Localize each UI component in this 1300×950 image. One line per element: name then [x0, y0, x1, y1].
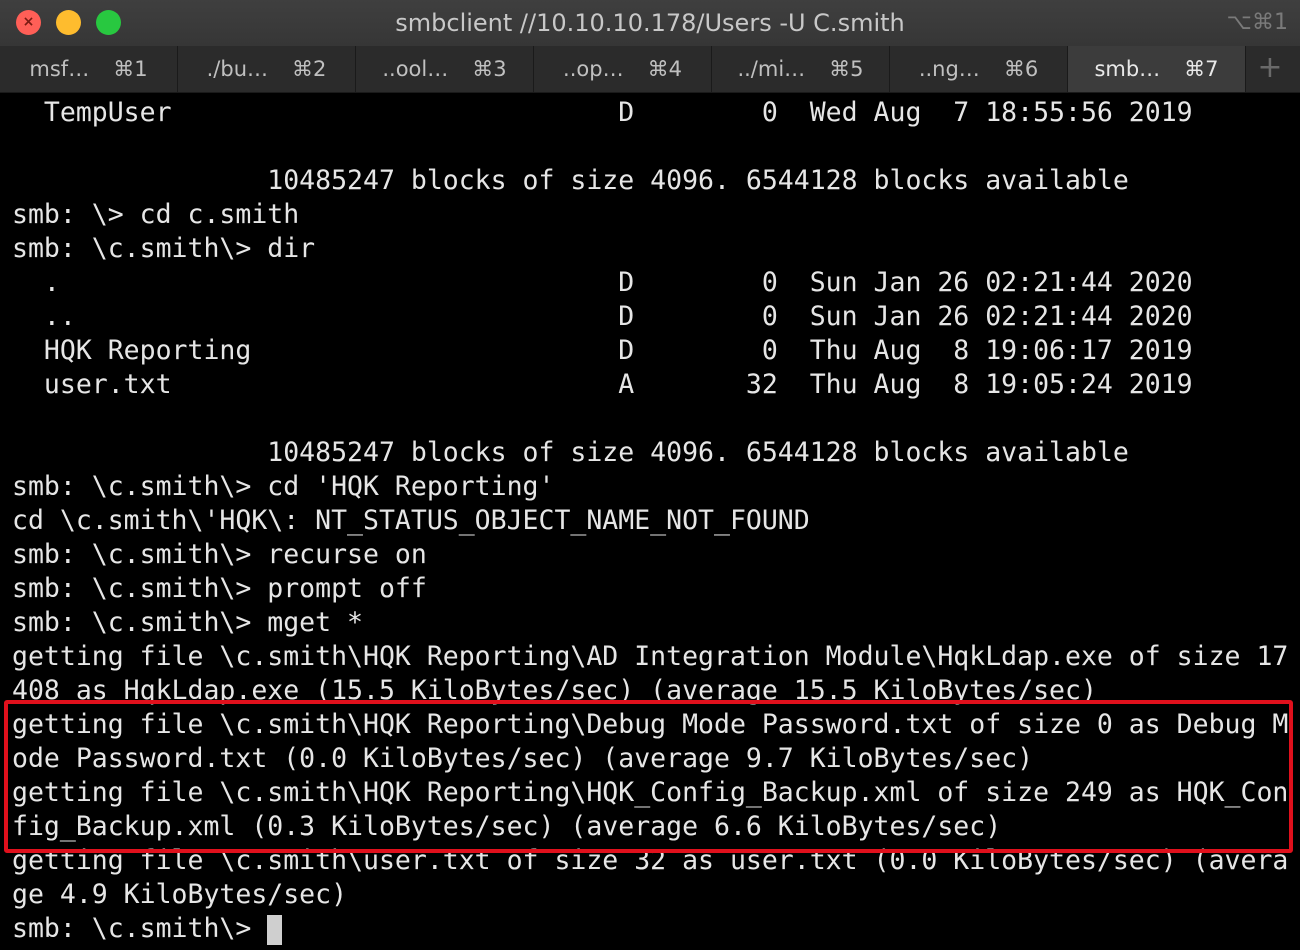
terminal-line: 408 as HqkLdap.exe (15.5 KiloBytes/sec) … [12, 675, 1097, 706]
tab-label: ..ool… [382, 57, 449, 81]
shell-prompt: smb: \c.smith\> [12, 913, 268, 944]
tab-2[interactable]: ./bu… ⌘2 [178, 46, 356, 92]
terminal-line: smb: \> cd c.smith [12, 199, 300, 230]
terminal-line: smb: \c.smith\> dir [12, 233, 316, 264]
terminal-line: cd \c.smith\'HQK\: NT_STATUS_OBJECT_NAME… [12, 505, 810, 536]
terminal-line: user.txt A 32 Thu Aug 8 19:05:24 2019 [12, 369, 1193, 400]
window-shortcut: ⌥⌘1 [1226, 10, 1288, 35]
tab-label: ..ng… [918, 57, 980, 81]
terminal-line: smb: \c.smith\> prompt off [12, 573, 427, 604]
window-title: smbclient //10.10.10.178/Users -U C.smit… [395, 9, 905, 37]
tab-label: smb… [1094, 57, 1161, 81]
tab-shortcut: ⌘7 [1184, 57, 1219, 81]
terminal-line: 10485247 blocks of size 4096. 6544128 bl… [12, 165, 1129, 196]
tab-6[interactable]: ..ng… ⌘6 [890, 46, 1068, 92]
terminal-line: smb: \c.smith\> recurse on [12, 539, 427, 570]
tab-7-active[interactable]: smb… ⌘7 [1068, 46, 1246, 92]
new-tab-button[interactable]: + [1246, 46, 1294, 92]
tab-shortcut: ⌘1 [113, 57, 148, 81]
text-cursor [267, 914, 283, 945]
terminal-line: ge 4.9 KiloBytes/sec) [12, 879, 348, 910]
terminal-line: TempUser D 0 Wed Aug 7 18:55:56 2019 [12, 97, 1193, 128]
terminal-output[interactable]: TempUser D 0 Wed Aug 7 18:55:56 2019 104… [12, 96, 1300, 950]
tab-5[interactable]: ../mi… ⌘5 [712, 46, 890, 92]
terminal-window: × smbclient //10.10.10.178/Users -U C.sm… [0, 0, 1300, 950]
terminal-line: smb: \c.smith\> mget * [12, 607, 363, 638]
tab-label: ./bu… [206, 57, 268, 81]
terminal-line: 10485247 blocks of size 4096. 6544128 bl… [12, 437, 1129, 468]
terminal-line: getting file \c.smith\HQK Reporting\AD I… [12, 641, 1289, 672]
tab-shortcut: ⌘5 [829, 57, 864, 81]
tab-shortcut: ⌘3 [472, 57, 507, 81]
terminal-line: getting file \c.smith\HQK Reporting\HQK_… [12, 777, 1289, 808]
tab-shortcut: ⌘2 [292, 57, 327, 81]
tab-label: ../mi… [737, 57, 806, 81]
tab-label: ..op… [563, 57, 624, 81]
terminal-line: . D 0 Sun Jan 26 02:21:44 2020 [12, 267, 1193, 298]
tab-shortcut: ⌘6 [1003, 57, 1039, 81]
prompt-line[interactable]: smb: \c.smith\> [12, 912, 1300, 946]
tab-label: msf… [29, 57, 90, 81]
terminal-line: HQK Reporting D 0 Thu Aug 8 19:06:17 201… [12, 335, 1193, 366]
terminal-line: fig_Backup.xml (0.3 KiloBytes/sec) (aver… [12, 811, 1002, 842]
terminal-line: getting file \c.smith\user.txt of size 3… [12, 845, 1289, 876]
tab-shortcut: ⌘4 [647, 57, 682, 81]
tab-4[interactable]: ..op… ⌘4 [534, 46, 712, 92]
tab-3[interactable]: ..ool… ⌘3 [356, 46, 534, 92]
tab-1[interactable]: msf… ⌘1 [0, 46, 178, 92]
tab-bar: msf… ⌘1 ./bu… ⌘2 ..ool… ⌘3 ..op… ⌘4 ../mi… ⌘5… [0, 46, 1300, 93]
terminal-line: getting file \c.smith\HQK Reporting\Debu… [12, 709, 1289, 740]
terminal-line: .. D 0 Sun Jan 26 02:21:44 2020 [12, 301, 1193, 332]
terminal-line: smb: \c.smith\> cd 'HQK Reporting' [12, 471, 555, 502]
title-bar: × smbclient //10.10.10.178/Users -U C.sm… [0, 0, 1300, 47]
terminal-line: ode Password.txt (0.0 KiloBytes/sec) (av… [12, 743, 1034, 774]
